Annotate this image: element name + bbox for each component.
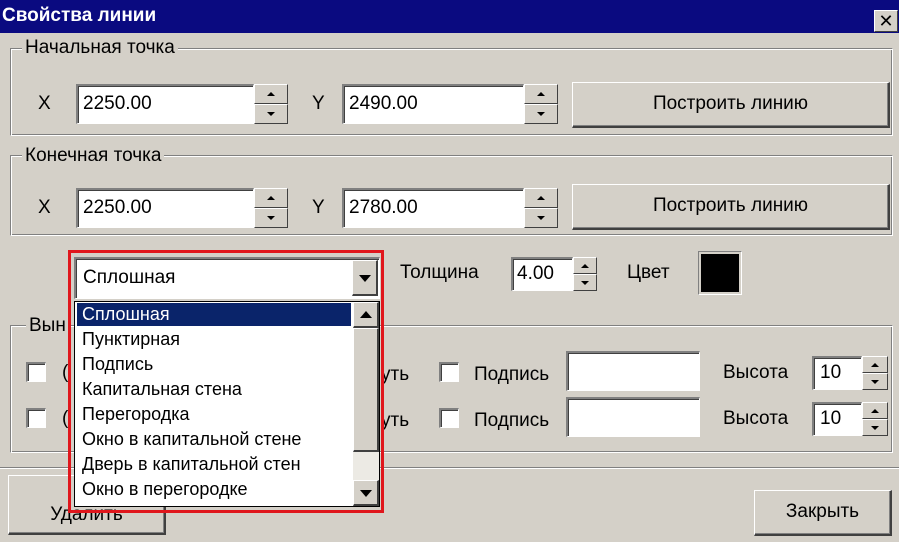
end-x-input[interactable]: 2250.00 — [76, 188, 254, 228]
callout-row2-caption-label: Подпись — [474, 410, 550, 431]
list-option-window-partition[interactable]: Окно в перегородке — [77, 478, 351, 501]
close-window-button[interactable]: ✕ — [874, 10, 898, 32]
line-type-selected-value: Сплошная — [83, 267, 176, 288]
window-title: Свойства линии — [2, 5, 157, 26]
start-x-label: X — [38, 93, 51, 114]
spin-down-icon — [581, 280, 589, 285]
spin-down-icon — [871, 379, 879, 384]
callout-row1-spin-down[interactable] — [862, 373, 888, 390]
callouts-legend: Вын — [26, 315, 69, 337]
callout-row2-partial-text: уть — [381, 410, 410, 431]
thickness-spin-up[interactable] — [573, 257, 597, 274]
end-y-spin-down[interactable] — [524, 208, 558, 228]
spin-up-icon — [267, 196, 275, 200]
spin-up-icon — [537, 196, 545, 200]
callout-row2-caption-checkbox[interactable] — [439, 408, 459, 428]
spin-up-icon — [581, 263, 589, 268]
color-swatch[interactable] — [698, 251, 742, 295]
spin-down-icon — [267, 216, 275, 220]
callout-row2-height-input[interactable]: 10 — [812, 402, 862, 436]
callout-row2-caption-input[interactable] — [566, 397, 700, 437]
scroll-down-button[interactable] — [353, 480, 379, 506]
list-option-dashed[interactable]: Пунктирная — [77, 328, 351, 351]
callout-row2-height-spinner[interactable] — [862, 402, 888, 436]
end-y-spin-up[interactable] — [524, 188, 558, 208]
list-option-caption[interactable]: Подпись — [77, 353, 351, 376]
list-option-window-capital[interactable]: Окно в капитальной стене — [77, 428, 351, 451]
list-option-partition[interactable]: Перегородка — [77, 403, 351, 426]
callout-row2-height-label: Высота — [723, 408, 789, 429]
line-type-dropdown-button[interactable] — [352, 260, 378, 296]
callout-row1-caption-label: Подпись — [474, 364, 550, 385]
line-type-select[interactable]: Сплошная — [74, 257, 380, 299]
chevron-down-icon — [358, 274, 371, 282]
scroll-up-icon — [359, 310, 372, 318]
start-x-spin-down[interactable] — [254, 104, 288, 124]
thickness-spinner[interactable] — [573, 257, 597, 291]
callout-row1-caption-checkbox[interactable] — [439, 362, 459, 382]
spin-up-icon — [267, 92, 275, 96]
dialog-window: Свойства линии ✕ Начальная точка X 2250.… — [0, 0, 899, 542]
start-y-spin-down[interactable] — [524, 104, 558, 124]
start-x-input[interactable]: 2250.00 — [76, 84, 254, 124]
end-y-input[interactable]: 2780.00 — [342, 188, 524, 228]
thickness-spin-down[interactable] — [573, 274, 597, 291]
scroll-thumb[interactable] — [353, 328, 379, 452]
callout-row1-spin-up[interactable] — [862, 356, 888, 373]
end-x-spin-up[interactable] — [254, 188, 288, 208]
spin-down-icon — [267, 112, 275, 116]
thickness-input[interactable]: 4.00 — [511, 257, 573, 291]
start-x-spin-up[interactable] — [254, 84, 288, 104]
list-option-door-capital[interactable]: Дверь в капитальной стен — [77, 453, 351, 476]
line-type-options-list[interactable]: Сплошная Пунктирная Подпись Капитальная … — [74, 301, 380, 507]
scroll-up-button[interactable] — [353, 302, 379, 328]
callout-row1-height-input[interactable]: 10 — [812, 356, 862, 390]
title-bar[interactable]: Свойства линии ✕ — [0, 0, 899, 33]
color-swatch-fill — [701, 254, 739, 292]
spin-down-icon — [871, 425, 879, 430]
build-line-button-end[interactable]: Построить линию — [572, 184, 890, 230]
end-x-spinner[interactable] — [254, 188, 288, 228]
list-option-solid[interactable]: Сплошная — [77, 303, 351, 326]
end-y-spinner[interactable] — [524, 188, 558, 228]
callout-row1-partial-text: уть — [381, 364, 410, 385]
start-y-spinner[interactable] — [524, 84, 558, 124]
callout-row1-caption-input[interactable] — [566, 351, 700, 391]
start-y-input[interactable]: 2490.00 — [342, 84, 524, 124]
callout-row2-spin-down[interactable] — [862, 419, 888, 436]
start-y-spin-up[interactable] — [524, 84, 558, 104]
scroll-down-icon — [359, 489, 372, 497]
callout-row2-checkbox[interactable] — [26, 408, 46, 428]
end-y-label: Y — [312, 197, 325, 218]
thickness-label: Толщина — [400, 262, 479, 283]
callout-row1-height-label: Высота — [723, 362, 789, 383]
close-button[interactable]: Закрыть — [754, 490, 892, 536]
callout-row1-height-spinner[interactable] — [862, 356, 888, 390]
spin-up-icon — [537, 92, 545, 96]
spin-up-icon — [871, 362, 879, 367]
end-point-legend: Конечная точка — [22, 145, 165, 167]
end-x-label: X — [38, 197, 51, 218]
callout-row2-spin-up[interactable] — [862, 402, 888, 419]
close-icon: ✕ — [878, 11, 894, 31]
list-scrollbar[interactable] — [353, 302, 379, 506]
end-x-spin-down[interactable] — [254, 208, 288, 228]
start-y-label: Y — [312, 93, 325, 114]
start-point-legend: Начальная точка — [22, 37, 178, 59]
color-label: Цвет — [627, 262, 670, 283]
spin-down-icon — [537, 216, 545, 220]
spin-up-icon — [871, 408, 879, 413]
build-line-button-start[interactable]: Построить линию — [572, 82, 890, 128]
start-x-spinner[interactable] — [254, 84, 288, 124]
callout-row1-checkbox[interactable] — [26, 362, 46, 382]
list-option-capital-wall[interactable]: Капитальная стена — [77, 378, 351, 401]
spin-down-icon — [537, 112, 545, 116]
